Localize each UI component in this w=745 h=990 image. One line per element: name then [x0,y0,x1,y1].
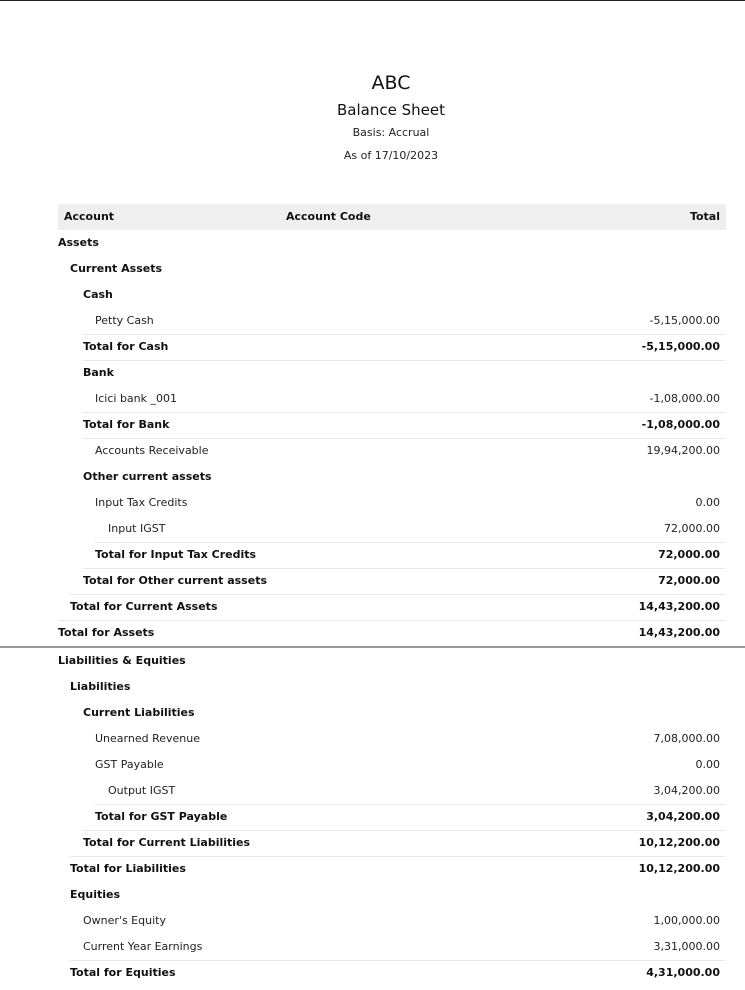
table-row[interactable]: Total for Other current assets 72,000.00 [0,568,745,594]
account-name[interactable]: Input Tax Credits [95,490,187,516]
row-separator [83,334,725,335]
table-header: Account Account Code Total [58,204,726,230]
row-heading: Equities [70,888,121,901]
table-row[interactable]: Cash [0,282,745,308]
row-heading: Total for Cash [83,340,169,353]
row-amount: 4,31,000.00 [646,966,720,979]
row-heading: Current Liabilities [83,706,195,719]
row-heading: Assets [58,236,99,249]
table-row[interactable]: Unearned Revenue 7,08,000.00 [0,726,745,752]
column-header-account[interactable]: Account [64,204,114,230]
row-heading: Total for Equities [70,966,176,979]
table-row[interactable]: Current Year Earnings 3,31,000.00 [0,934,745,960]
table-row[interactable]: Total for Input Tax Credits 72,000.00 [0,542,745,568]
table-row[interactable]: Total for Current Assets 14,43,200.00 [0,594,745,620]
column-header-account-code[interactable]: Account Code [286,204,371,230]
row-heading: Other current assets [83,470,212,483]
table-row[interactable]: Input IGST 72,000.00 [0,516,745,542]
table-row[interactable]: Total for Liabilities 10,12,200.00 [0,856,745,882]
row-amount: 3,04,200.00 [653,784,720,797]
row-heading: Total for Liabilities [70,862,186,875]
table-row[interactable]: Liabilities [0,674,745,700]
row-amount: 14,43,200.00 [638,600,720,613]
row-amount: -5,15,000.00 [641,340,720,353]
row-amount: 14,43,200.00 [638,626,720,639]
balance-sheet-rows: Assets Current Assets Cash Petty Cash -5,15,… [0,230,745,986]
table-row[interactable]: Owner's Equity 1,00,000.00 [0,908,745,934]
top-border [0,0,745,1]
row-amount: 0.00 [695,758,721,771]
table-row[interactable]: Total for Cash -5,15,000.00 [0,334,745,360]
table-row[interactable]: Liabilities & Equities [0,648,745,674]
row-heading: Total for Assets [58,626,155,639]
table-row[interactable]: Other current assets [0,464,745,490]
row-amount: 3,04,200.00 [646,810,720,823]
table-row[interactable]: Total for Equities 4,31,000.00 [0,960,745,986]
row-amount: -1,08,000.00 [649,392,720,405]
table-row[interactable]: Accounts Receivable 19,94,200.00 [0,438,745,464]
row-amount: 3,31,000.00 [653,940,720,953]
report-date: As of 17/10/2023 [343,149,439,162]
row-heading: Total for Other current assets [83,574,267,587]
row-heading: Total for Current Liabilities [83,836,251,849]
row-heading: Total for GST Payable [95,810,228,823]
row-amount: 72,000.00 [664,522,720,535]
table-row[interactable]: Total for Current Liabilities 10,12,200.0… [0,830,745,856]
account-name[interactable]: GST Payable [95,752,164,778]
row-heading: Cash [83,288,113,301]
table-row[interactable]: GST Payable 0.00 [0,752,745,778]
row-amount: -5,15,000.00 [649,314,720,327]
report-title: Balance Sheet [337,101,445,119]
organization-name: ABC [371,72,411,94]
row-heading: Current Assets [70,262,163,275]
row-amount: 10,12,200.00 [638,862,720,875]
report-basis: Basis: Accrual [352,126,430,139]
table-row[interactable]: Current Liabilities [0,700,745,726]
row-separator [83,412,725,413]
row-heading: Liabilities & Equities [58,654,186,667]
row-heading: Bank [83,366,114,379]
account-name[interactable]: Unearned Revenue [95,726,200,752]
account-name[interactable]: Input IGST [108,516,165,542]
row-amount: 72,000.00 [658,548,720,561]
row-heading: Total for Current Assets [70,600,218,613]
table-row[interactable]: Equities [0,882,745,908]
row-separator [58,620,725,621]
row-amount: 19,94,200.00 [646,444,720,457]
table-row[interactable]: Bank [0,360,745,386]
table-row[interactable]: Current Assets [0,256,745,282]
table-row[interactable]: Input Tax Credits 0.00 [0,490,745,516]
report-header: ABC Balance Sheet Basis: Accrual As of 1… [0,70,745,164]
table-row[interactable]: Total for Bank -1,08,000.00 [0,412,745,438]
table-row[interactable]: Petty Cash -5,15,000.00 [0,308,745,334]
row-amount: 7,08,000.00 [653,732,720,745]
row-amount: 10,12,200.00 [638,836,720,849]
table-row[interactable]: Icici bank _001 -1,08,000.00 [0,386,745,412]
row-amount: 0.00 [695,496,721,509]
row-separator [83,360,725,361]
row-amount: 72,000.00 [658,574,720,587]
account-name[interactable]: Icici bank _001 [95,386,177,412]
table-row[interactable]: Total for Assets 14,43,200.00 [0,620,745,648]
account-name[interactable]: Petty Cash [95,308,154,334]
column-header-total[interactable]: Total [690,204,720,230]
table-row[interactable]: Output IGST 3,04,200.00 [0,778,745,804]
account-name[interactable]: Owner's Equity [83,908,166,934]
row-amount: -1,08,000.00 [641,418,720,431]
table-row[interactable]: Assets [0,230,745,256]
account-name[interactable]: Current Year Earnings [83,934,202,960]
table-row[interactable]: Total for GST Payable 3,04,200.00 [0,804,745,830]
row-amount: 1,00,000.00 [653,914,720,927]
account-name[interactable]: Accounts Receivable [95,438,209,464]
row-heading: Liabilities [70,680,131,693]
row-heading: Total for Input Tax Credits [95,548,257,561]
row-heading: Total for Bank [83,418,170,431]
account-name[interactable]: Output IGST [108,778,175,804]
